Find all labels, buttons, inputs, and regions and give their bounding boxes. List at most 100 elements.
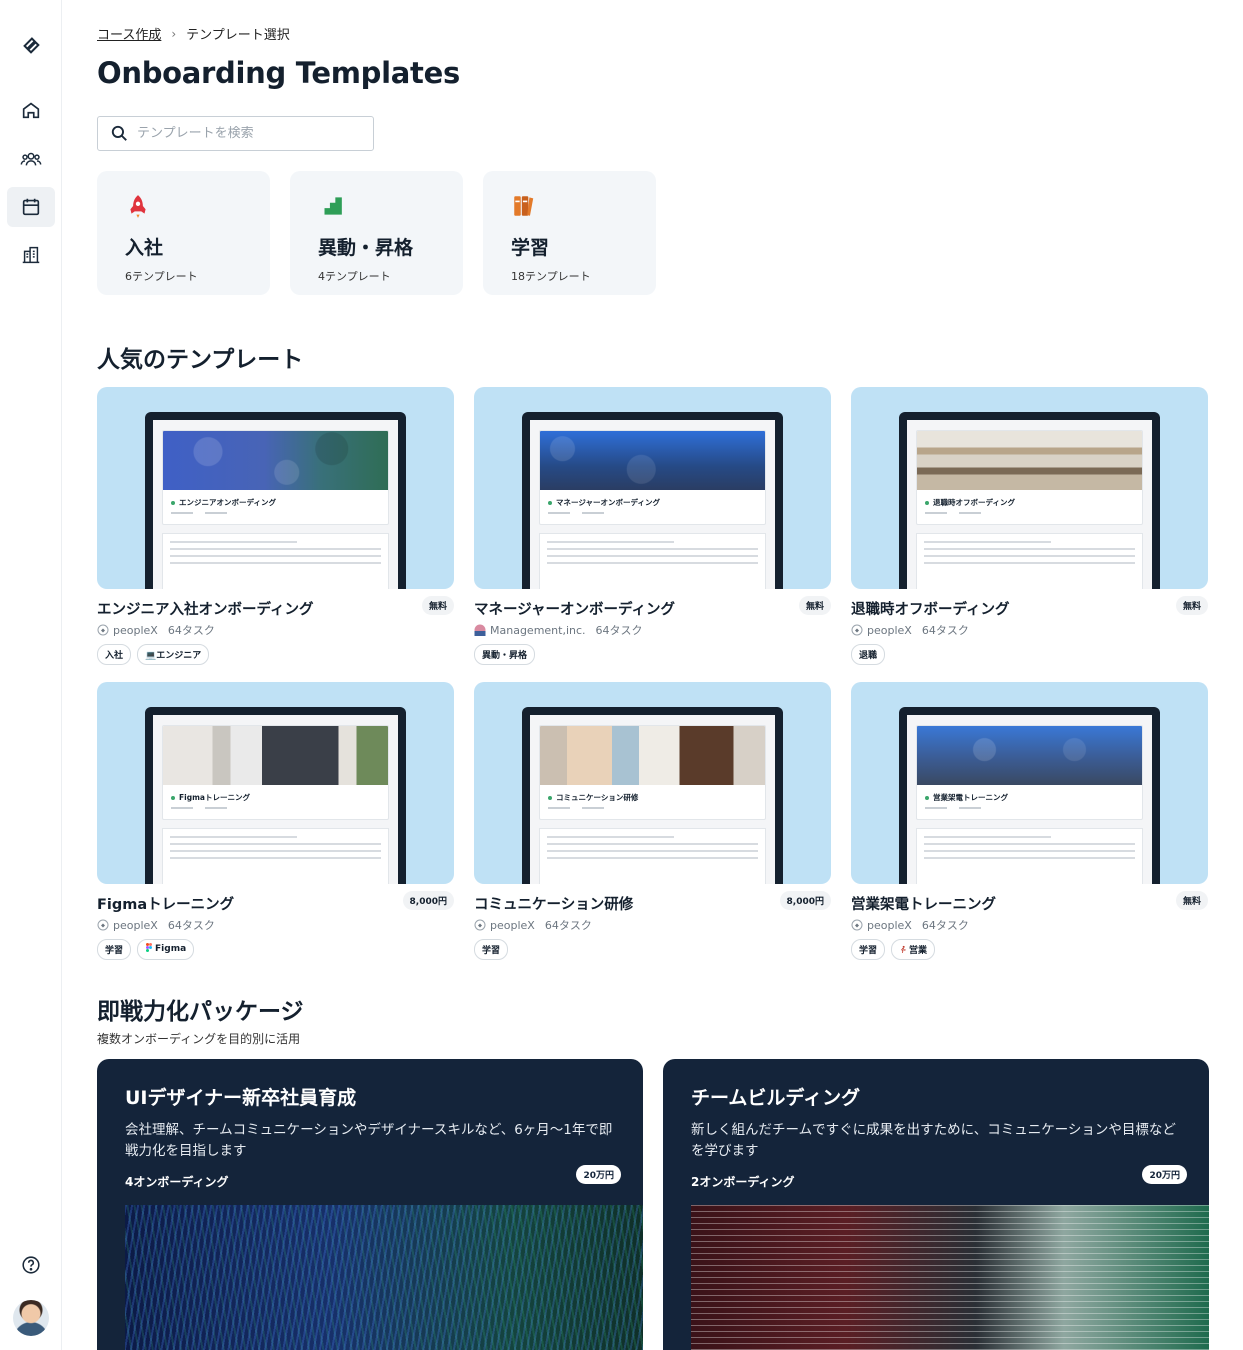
- org-name: peopleX: [867, 918, 912, 932]
- price-badge: 8,000円: [779, 891, 831, 910]
- calendar-icon[interactable]: [7, 187, 55, 227]
- package-title: チームビルディング: [691, 1087, 861, 1109]
- users-icon[interactable]: [7, 139, 55, 179]
- tag: 学習: [851, 939, 886, 960]
- package-price-badge: 20万円: [1142, 1165, 1187, 1184]
- package-title: UIデザイナー新卒社員育成: [125, 1087, 357, 1109]
- org-name: Management,inc.: [490, 623, 586, 637]
- tag: 学習: [97, 939, 132, 960]
- template-card[interactable]: 営業架電トレーニング 営業架電トレーニング 無料 peopleX 64タスク 学習…: [851, 682, 1208, 960]
- price-badge: 無料: [1175, 596, 1208, 615]
- package-list: UIデザイナー新卒社員育成 会社理解、チームコミュニケーションやデザイナースキル…: [97, 1059, 1209, 1350]
- task-count: 64タスク: [921, 919, 969, 932]
- template-grid-row: Figmaトレーニング Figmaトレーニング 8,000円 peopleX 64…: [97, 682, 1209, 960]
- price-badge: 無料: [421, 596, 454, 615]
- tag: 退職: [851, 644, 886, 665]
- peoplex-logo-icon: [851, 919, 863, 931]
- screen-title: エンジニアオンボーディング: [179, 498, 276, 507]
- packages-section-subtitle: 複数オンボーディングを目的別に活用: [97, 1032, 301, 1046]
- figma-icon: [146, 943, 153, 952]
- screen-title: 退職時オフボーディング: [933, 498, 1015, 507]
- org-name: peopleX: [113, 623, 158, 637]
- tag: 💻エンジニア: [137, 644, 210, 665]
- template-thumbnail: Figmaトレーニング: [97, 682, 454, 884]
- template-thumbnail: 営業架電トレーニング: [851, 682, 1208, 884]
- template-thumbnail: コミュニケーション研修: [474, 682, 831, 884]
- breadcrumb-current: テンプレート選択: [186, 28, 290, 43]
- price-badge: 8,000円: [402, 891, 454, 910]
- tag-figma: Figma: [137, 939, 195, 960]
- search-box[interactable]: [97, 116, 374, 151]
- tag-label: Figma: [155, 944, 187, 954]
- packages-section-title: 即戦力化パッケージ: [97, 999, 304, 1025]
- screen-title: コミュニケーション研修: [556, 793, 639, 802]
- breadcrumb-link-course[interactable]: コース作成: [97, 24, 161, 43]
- template-name: エンジニア入社オンボーディング: [97, 602, 314, 618]
- screen-title: 営業架電トレーニング: [933, 793, 1008, 802]
- category-card-ido[interactable]: 異動・昇格 4テンプレート: [290, 171, 463, 295]
- category-card-nyusha[interactable]: 入社 6テンプレート: [97, 171, 270, 295]
- package-count: 2オンボーディング: [691, 1175, 795, 1189]
- template-card[interactable]: マネージャーオンボーディング マネージャーオンボーディング 無料 Managem…: [474, 387, 831, 665]
- search-input[interactable]: [137, 126, 337, 141]
- package-count: 4オンボーディング: [125, 1175, 229, 1189]
- app-logo-icon[interactable]: [7, 25, 55, 65]
- peoplex-logo-icon: [851, 624, 863, 636]
- category-count: 4テンプレート: [318, 270, 391, 283]
- peoplex-logo-icon: [97, 919, 109, 931]
- package-description: 新しく組んだチームですぐに成果を出すために、コミュニケーションや目標などを学びま…: [691, 1122, 1176, 1159]
- category-name: 入社: [125, 237, 164, 259]
- package-artwork: [125, 1205, 643, 1350]
- management-logo-icon: [474, 624, 486, 636]
- template-card[interactable]: エンジニアオンボーディング エンジニア入社オンボーディング 無料 peopleX…: [97, 387, 454, 665]
- template-name: コミュニケーション研修: [474, 897, 634, 913]
- tag: 学習: [474, 939, 509, 960]
- screen-title: マネージャーオンボーディング: [556, 498, 660, 507]
- org-name: peopleX: [490, 918, 535, 932]
- task-count: 64タスク: [595, 624, 643, 637]
- template-card[interactable]: Figmaトレーニング Figmaトレーニング 8,000円 peopleX 64…: [97, 682, 454, 960]
- template-thumbnail: マネージャーオンボーディング: [474, 387, 831, 589]
- home-icon[interactable]: [7, 90, 55, 130]
- category-list: 入社 6テンプレート 異動・昇格 4テンプレート 学習 18テンプレート: [97, 171, 656, 295]
- tag-label: 営業: [909, 946, 928, 956]
- task-count: 64タスク: [167, 624, 215, 637]
- task-count: 64タスク: [544, 919, 592, 932]
- category-count: 6テンプレート: [125, 270, 198, 283]
- template-name: 営業架電トレーニング: [851, 897, 996, 913]
- category-card-gakushu[interactable]: 学習 18テンプレート: [483, 171, 656, 295]
- help-icon[interactable]: [7, 1245, 55, 1285]
- task-count: 64タスク: [167, 919, 215, 932]
- peoplex-logo-icon: [97, 624, 109, 636]
- avatar[interactable]: [13, 1300, 49, 1336]
- template-name: Figmaトレーニング: [97, 897, 235, 913]
- template-grid-row: エンジニアオンボーディング エンジニア入社オンボーディング 無料 peopleX…: [97, 387, 1209, 665]
- template-name: 退職時オフボーディング: [851, 602, 1010, 618]
- package-card[interactable]: UIデザイナー新卒社員育成 会社理解、チームコミュニケーションやデザイナースキル…: [97, 1059, 643, 1350]
- category-name: 学習: [511, 237, 550, 259]
- books-icon: [514, 196, 534, 216]
- template-card[interactable]: コミュニケーション研修 コミュニケーション研修 8,000円 peopleX 64…: [474, 682, 831, 960]
- search-icon: [111, 125, 127, 141]
- screen-title: Figmaトレーニング: [179, 793, 250, 802]
- rocket-icon: [130, 195, 146, 218]
- building-icon[interactable]: [7, 235, 55, 275]
- chevron-right-icon: ›: [171, 26, 177, 41]
- org-name: peopleX: [113, 918, 158, 932]
- popular-section-title: 人気のテンプレート: [97, 347, 304, 373]
- page-title: Onboarding Templates: [97, 56, 460, 90]
- tag-sales: 営業: [891, 939, 936, 960]
- tag: 入社: [97, 644, 132, 665]
- template-thumbnail: 退職時オフボーディング: [851, 387, 1208, 589]
- peoplex-logo-icon: [474, 919, 486, 931]
- org-name: peopleX: [867, 623, 912, 637]
- template-thumbnail: エンジニアオンボーディング: [97, 387, 454, 589]
- package-price-badge: 20万円: [576, 1165, 621, 1184]
- package-card[interactable]: チームビルディング 新しく組んだチームですぐに成果を出すために、コミュニケーショ…: [663, 1059, 1209, 1350]
- template-card[interactable]: 退職時オフボーディング 退職時オフボーディング 無料 peopleX 64タスク …: [851, 387, 1208, 665]
- sidebar: [0, 0, 62, 1350]
- breadcrumb: コース作成 › テンプレート選択: [97, 24, 290, 44]
- package-artwork: [691, 1205, 1209, 1350]
- package-description: 会社理解、チームコミュニケーションやデザイナースキルなど、6ヶ月〜1年で即戦力化…: [125, 1122, 613, 1159]
- task-count: 64タスク: [921, 624, 969, 637]
